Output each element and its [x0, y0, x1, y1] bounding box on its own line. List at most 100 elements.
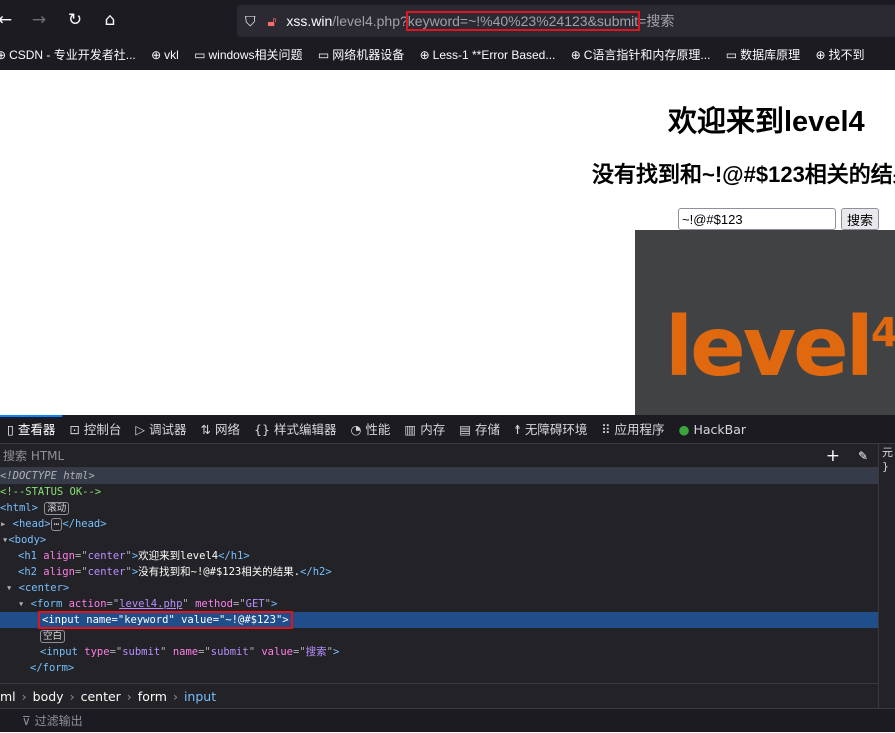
- result-heading: 没有找到和~!@#$123相关的结果.: [592, 162, 895, 187]
- tree-row-form[interactable]: ▾ <form action="level4.php" method="GET"…: [0, 596, 878, 612]
- keyword-input[interactable]: [678, 208, 836, 230]
- shield-icon: ⛉: [245, 13, 256, 29]
- console-filter-placeholder: 过滤输出: [34, 714, 83, 728]
- tab-storage[interactable]: ▤ 存储: [452, 415, 507, 444]
- tab-label: 查看器: [17, 422, 56, 437]
- url-bar[interactable]: ⛉ 🔓︎ xss.win/level4.php?keyword=~!%40%23…: [237, 5, 895, 37]
- performance-icon: ◔: [350, 422, 362, 437]
- tree-row-body[interactable]: ▾<body>: [0, 532, 878, 548]
- back-icon[interactable]: ←: [0, 10, 16, 30]
- bookmark-label: 网络机器设备: [332, 48, 405, 62]
- tree-row-doctype[interactable]: <!DOCTYPE html>: [0, 468, 878, 484]
- tab-accessibility[interactable]: ☨ 无障碍环境: [507, 415, 594, 444]
- debugger-icon: ▷: [135, 422, 146, 437]
- tab-label: 样式编辑器: [273, 422, 337, 437]
- tab-label: 应用程序: [614, 422, 665, 437]
- globe-icon: ⊕: [570, 48, 581, 62]
- head-tag: <head>: [12, 518, 51, 530]
- tab-performance[interactable]: ◔ 性能: [343, 415, 397, 444]
- bookmark-folder[interactable]: ▭ 数据库原理: [726, 40, 800, 70]
- bookmark[interactable]: ⊕ vkl: [151, 40, 179, 70]
- chevron-right-icon: ›: [21, 689, 27, 704]
- chevron-right-icon: ›: [172, 689, 178, 704]
- tab-inspector[interactable]: ▯ 查看器: [0, 415, 63, 443]
- breadcrumb-item[interactable]: form: [138, 689, 167, 704]
- search-placeholder: 搜索 HTML: [3, 449, 65, 463]
- style-editor-icon: {}: [254, 422, 270, 437]
- tree-row-whitespace[interactable]: 空白: [0, 628, 878, 644]
- url-path: /level4.php?: [332, 13, 408, 29]
- bookmark[interactable]: ⊕ CSDN - 专业开发者社...: [0, 40, 136, 70]
- bookmark-label: C语言指针和内存原理...: [583, 48, 711, 62]
- tab-console[interactable]: ⊡ 控制台: [62, 415, 128, 444]
- insecure-lock-icon: 🔓︎: [267, 13, 277, 29]
- html-search-input[interactable]: 搜索 HTML + ✎: [0, 444, 878, 468]
- folder-icon: ▭: [194, 48, 206, 62]
- bookmark[interactable]: ⊕ Less-1 **Error Based...: [420, 40, 556, 70]
- search-button[interactable]: 搜索: [841, 208, 879, 230]
- tab-memory[interactable]: ▥ 内存: [397, 415, 452, 444]
- tree-row-center[interactable]: ▾ <center>: [0, 580, 878, 596]
- tree-row-h2[interactable]: <h2 align="center">没有找到和~!@#$123相关的结果.</…: [0, 564, 878, 580]
- collapsed-ellipsis-icon[interactable]: ⋯: [50, 518, 63, 531]
- scroll-badge[interactable]: 滚动: [44, 502, 70, 515]
- tab-hackbar[interactable]: ● HackBar: [672, 415, 753, 444]
- tree-row-comment[interactable]: <!--STATUS OK-->: [0, 484, 878, 500]
- breadcrumb-item[interactable]: input: [184, 689, 216, 704]
- chevron-right-icon: ›: [126, 689, 132, 704]
- tab-debugger[interactable]: ▷ 调试器: [128, 415, 193, 444]
- tree-row-h1[interactable]: <h1 align="center">欢迎来到level4</h1>: [0, 548, 878, 564]
- comment-text: <!--STATUS OK-->: [0, 486, 102, 498]
- browser-toolbar: ← → ↻ ⌂ ⛉ 🔓︎ xss.win/level4.php?keyword=…: [0, 0, 895, 40]
- tree-row-submit[interactable]: <input type="submit" name="submit" value…: [0, 644, 878, 660]
- tab-label: 控制台: [83, 422, 122, 437]
- bookmark-folder[interactable]: ▭ 网络机器设备: [318, 40, 404, 70]
- bookmark[interactable]: ⊕ C语言指针和内存原理...: [571, 40, 711, 70]
- whitespace-badge: 空白: [40, 630, 66, 643]
- bookmark-label: vkl: [164, 48, 179, 62]
- breadcrumb-item[interactable]: body: [33, 689, 64, 704]
- breadcrumb-item[interactable]: ml: [0, 689, 16, 704]
- devtools-tabs: ▯ 查看器 ⊡ 控制台 ▷ 调试器 ⇅ 网络{} 样式编辑器 ◔ 性能 ▥ 内存 ▤ 存储 ☨ 无障碍环境 ⠿ 应用…: [0, 415, 895, 444]
- tab-label: 无障碍环境: [524, 422, 588, 437]
- tree-row-html[interactable]: <html> 滚动: [0, 500, 878, 516]
- console-filter-bar[interactable]: ⊽ 过滤输出: [0, 708, 895, 732]
- tab-label: HackBar: [693, 422, 747, 437]
- home-icon[interactable]: ⌂: [99, 10, 121, 30]
- submit-name: submit: [210, 646, 249, 658]
- bookmark-label: CSDN - 专业开发者社...: [9, 48, 136, 62]
- accessibility-icon: ☨: [514, 422, 521, 437]
- tree-row-head[interactable]: ▸ <head> ⋯ </head>: [0, 516, 878, 532]
- tree-row-input-selected[interactable]: <input name="keyword" value="~!@#$123">: [0, 611, 878, 629]
- bookmark-label: Less-1 **Error Based...: [432, 48, 556, 62]
- forward-icon[interactable]: →: [28, 10, 50, 30]
- breadcrumb: ml › body › center › form › input: [0, 683, 878, 708]
- bookmark-label: windows相关问题: [208, 48, 303, 62]
- form-action-link[interactable]: level4.php: [119, 598, 182, 610]
- bookmark[interactable]: ⊕ 找不到: [815, 40, 864, 70]
- globe-icon: ⊕: [419, 48, 430, 62]
- tab-application[interactable]: ⠿ 应用程序: [594, 415, 671, 444]
- tab-label: 性能: [365, 422, 391, 437]
- eyedropper-icon[interactable]: ✎: [858, 444, 868, 468]
- level4-logo: level4: [665, 300, 895, 395]
- breadcrumb-item[interactable]: center: [81, 689, 121, 704]
- tab-style-editor[interactable]: {} 样式编辑器: [247, 415, 343, 444]
- tab-network[interactable]: ⇅ 网络: [194, 415, 248, 444]
- h1-text: 欢迎来到level4: [138, 550, 219, 562]
- add-node-icon[interactable]: +: [826, 444, 840, 468]
- bookmark-folder[interactable]: ▭ windows相关问题: [194, 40, 302, 70]
- page-content: 欢迎来到level4 没有找到和~!@#$123相关的结果. 搜索 level4: [0, 70, 895, 415]
- bookmarks-bar: ⊕ CSDN - 专业开发者社... ⊕ vkl ▭ windows相关问题 ▭ 网络机…: [0, 40, 895, 70]
- reload-icon[interactable]: ↻: [64, 10, 86, 30]
- input-name: keyword: [124, 614, 169, 626]
- markup-tree: <!DOCTYPE html> <!--STATUS OK--> <html> …: [0, 468, 878, 683]
- globe-icon: ⊕: [151, 48, 162, 62]
- url-rest: =搜索: [638, 13, 675, 29]
- tree-row-form-close[interactable]: </form>: [0, 660, 878, 676]
- tab-label: 网络: [215, 422, 241, 437]
- form-method: GET: [245, 598, 265, 610]
- network-icon: ⇅: [200, 422, 212, 437]
- side-brace: }: [882, 460, 889, 473]
- filter-icon: ⊽: [22, 714, 35, 728]
